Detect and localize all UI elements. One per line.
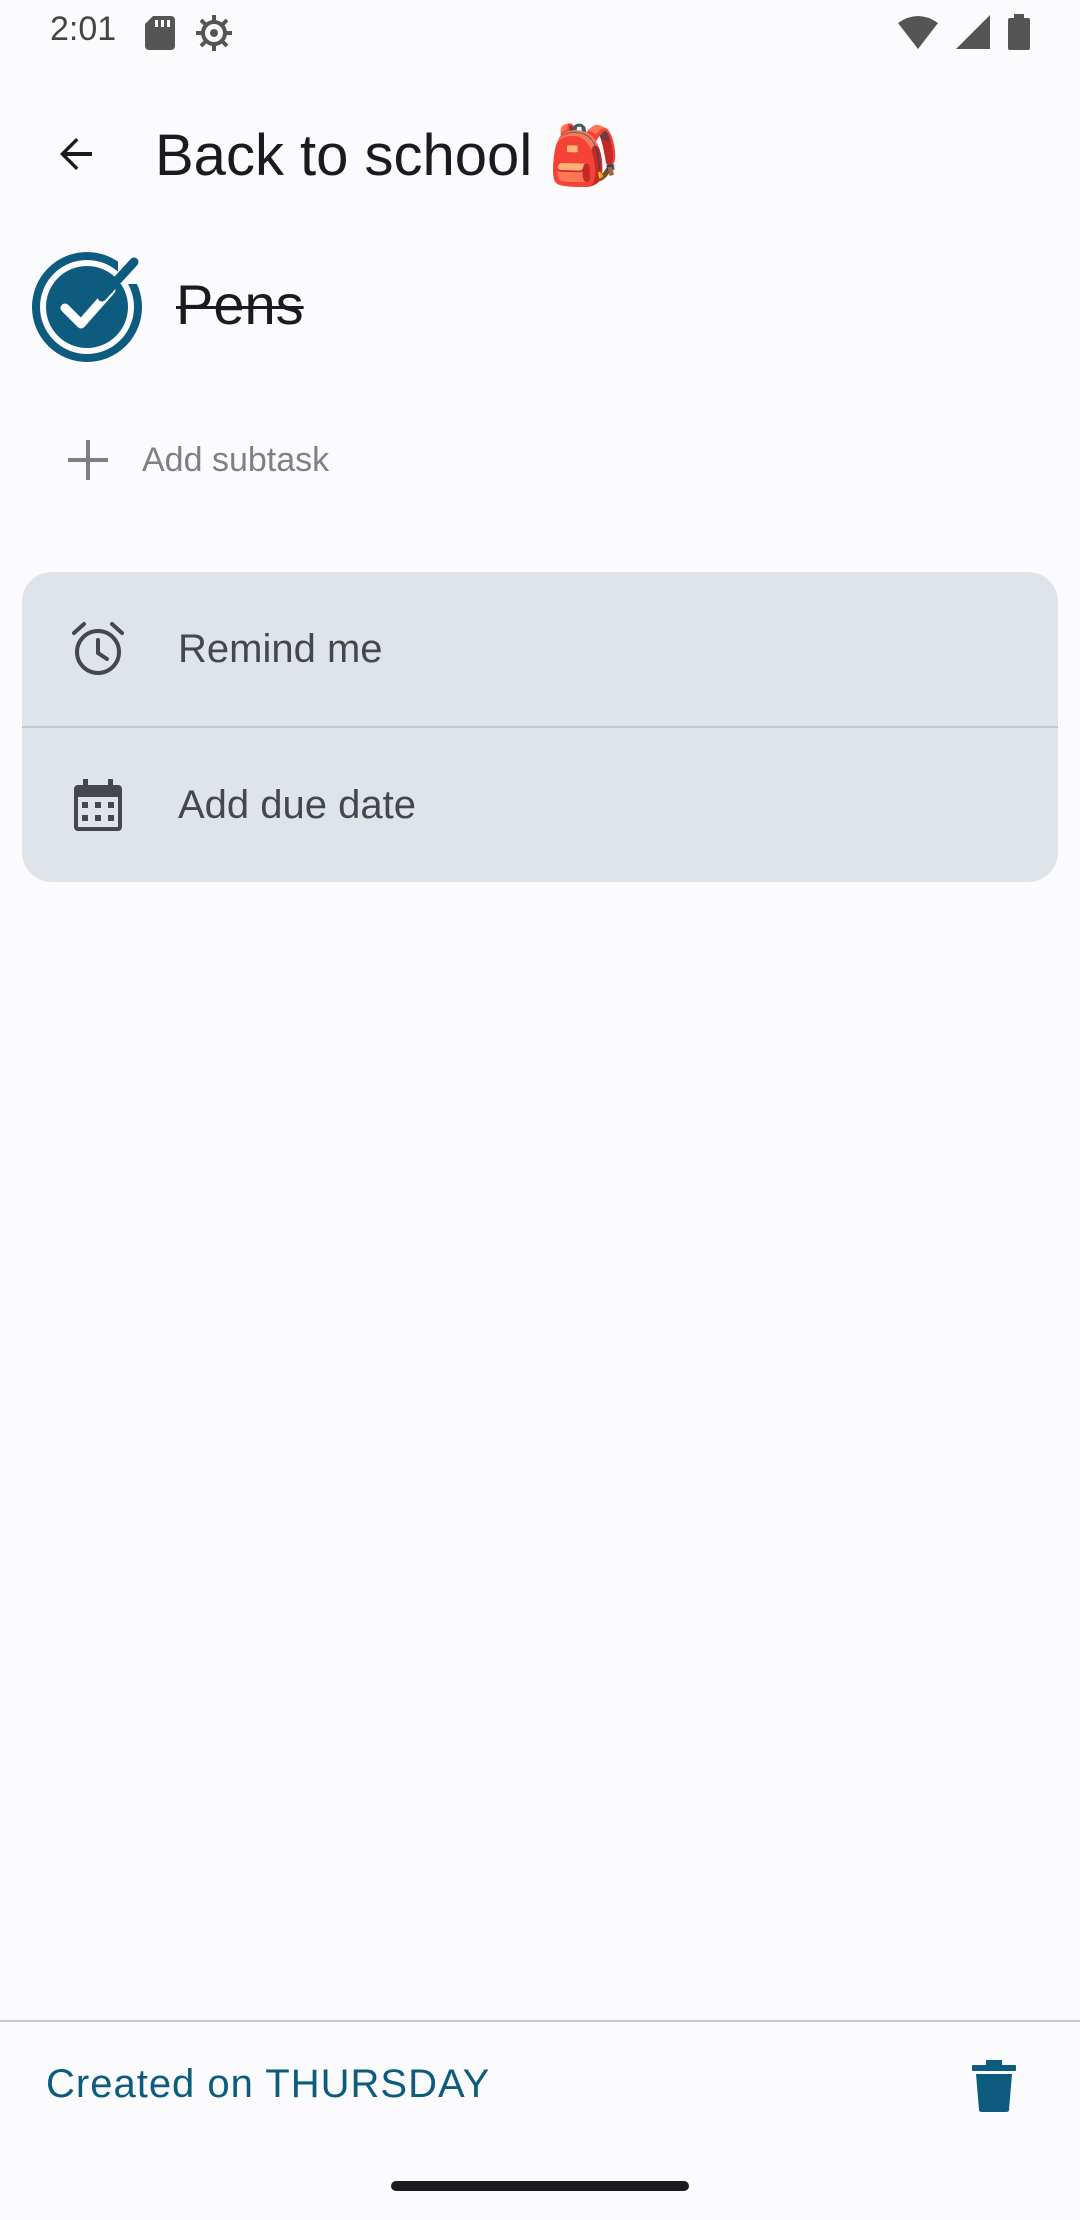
add-due-date-label: Add due date	[178, 782, 416, 827]
task-title[interactable]: Pens	[176, 270, 304, 340]
status-time: 2:01	[50, 10, 117, 48]
add-subtask-label: Add subtask	[142, 440, 330, 479]
arrow-back-icon	[52, 130, 100, 183]
page-title: Back to school 🎒	[155, 123, 621, 188]
check-circle-icon	[32, 252, 144, 362]
home-indicator[interactable]	[391, 2181, 689, 2191]
task-row: Pens	[0, 248, 1080, 368]
app-bar: Back to school 🎒	[0, 100, 1080, 210]
settings-gear-icon	[195, 14, 233, 57]
sd-card-icon	[145, 16, 175, 55]
trash-icon	[972, 2059, 1016, 2117]
add-due-date-button[interactable]: Add due date	[22, 728, 1058, 882]
cell-signal-icon	[956, 15, 990, 54]
created-date-text: Created on THURSDAY	[46, 2062, 491, 2106]
task-complete-checkbox[interactable]	[30, 250, 144, 364]
status-bar: 2:01	[0, 0, 1080, 64]
calendar-icon	[68, 775, 128, 835]
back-button[interactable]	[40, 120, 112, 192]
delete-button[interactable]	[958, 2052, 1030, 2124]
wifi-icon	[898, 15, 938, 54]
add-subtask-button[interactable]: Add subtask	[60, 430, 329, 490]
task-options-card: Remind me Add due date	[22, 572, 1058, 882]
battery-icon	[1008, 14, 1030, 55]
bottom-bar: Created on THURSDAY	[0, 2022, 1080, 2152]
remind-me-button[interactable]: Remind me	[22, 572, 1058, 726]
plus-icon	[60, 432, 116, 488]
alarm-clock-icon	[68, 619, 128, 679]
remind-me-label: Remind me	[178, 626, 383, 671]
